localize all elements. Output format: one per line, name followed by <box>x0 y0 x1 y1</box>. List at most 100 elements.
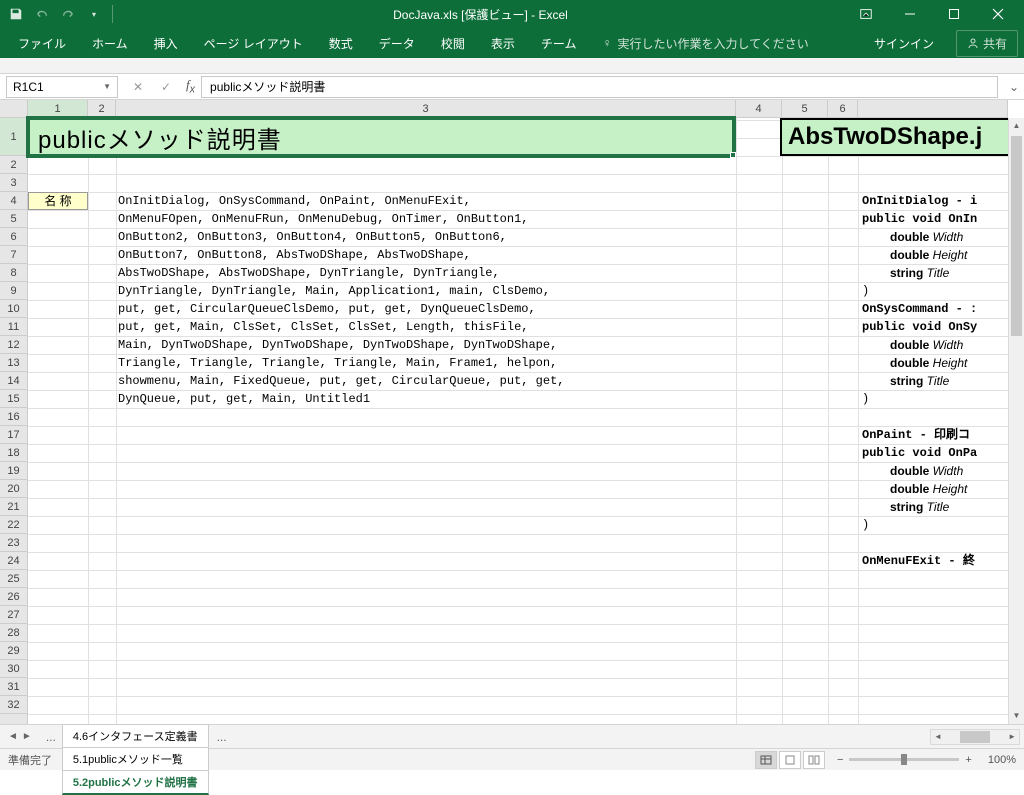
row-header[interactable]: 25 <box>0 570 27 588</box>
row-header[interactable]: 21 <box>0 498 27 516</box>
qat-customize[interactable]: ▾ <box>82 3 106 25</box>
row-header[interactable]: 4 <box>0 192 27 210</box>
method-list-line[interactable]: OnButton7, OnButton8, AbsTwoDShape, AbsT… <box>116 246 473 264</box>
ribbon-tab-layout[interactable]: ページ レイアウト <box>192 29 315 58</box>
row-header[interactable]: 13 <box>0 354 27 372</box>
share-button[interactable]: 共有 <box>956 30 1018 57</box>
method-detail-line[interactable]: ) <box>860 282 871 300</box>
tell-me-box[interactable]: ♀ 実行したい作業を入力してください <box>590 35 859 52</box>
formula-expand-button[interactable]: ⌄ <box>1004 80 1024 94</box>
sheet-tab[interactable]: 5.1publicメソッド一覧 <box>62 747 209 770</box>
method-list-line[interactable]: DynTriangle, DynTriangle, Main, Applicat… <box>116 282 552 300</box>
method-list-line[interactable]: showmenu, Main, FixedQueue, put, get, Ci… <box>116 372 566 390</box>
side-title-cell[interactable]: AbsTwoDShape.j <box>780 118 1024 156</box>
name-label-cell[interactable]: 名 称 <box>28 192 88 210</box>
row-header[interactable]: 18 <box>0 444 27 462</box>
method-detail-line[interactable]: public void OnSy <box>860 318 979 336</box>
method-detail-line[interactable]: double Height <box>888 480 969 498</box>
worksheet-grid[interactable]: 123456 123456789101112131415161718192021… <box>0 100 1024 724</box>
method-detail-line[interactable]: OnMenuFExit - 終 <box>860 552 977 570</box>
zoom-thumb[interactable] <box>901 754 907 765</box>
scroll-thumb[interactable] <box>1011 136 1022 336</box>
row-header[interactable]: 16 <box>0 408 27 426</box>
ribbon-tab-team[interactable]: チーム <box>529 29 589 58</box>
zoom-out-button[interactable]: − <box>837 754 843 766</box>
row-header[interactable]: 17 <box>0 426 27 444</box>
column-header[interactable]: 3 <box>116 100 736 117</box>
ribbon-tab-view[interactable]: 表示 <box>479 29 527 58</box>
row-header[interactable]: 20 <box>0 480 27 498</box>
method-detail-line[interactable]: string Title <box>888 264 951 282</box>
method-list-line[interactable]: AbsTwoDShape, AbsTwoDShape, DynTriangle,… <box>116 264 502 282</box>
method-list-line[interactable]: OnMenuFOpen, OnMenuFRun, OnMenuDebug, On… <box>116 210 530 228</box>
row-header[interactable]: 14 <box>0 372 27 390</box>
column-header[interactable]: 5 <box>782 100 828 117</box>
row-header[interactable]: 11 <box>0 318 27 336</box>
sheet-tabs-first[interactable]: ... <box>40 730 62 744</box>
row-header[interactable]: 22 <box>0 516 27 534</box>
method-detail-line[interactable]: double Width <box>888 336 965 354</box>
ribbon-tab-file[interactable]: ファイル <box>6 29 78 58</box>
method-detail-line[interactable]: OnPaint - 印刷コ <box>860 426 972 444</box>
column-header[interactable]: 4 <box>736 100 782 117</box>
method-list-line[interactable]: OnButton2, OnButton3, OnButton4, OnButto… <box>116 228 509 246</box>
selection-handle[interactable] <box>730 152 736 158</box>
method-detail-line[interactable]: public void OnIn <box>860 210 979 228</box>
select-all-corner[interactable] <box>0 100 28 118</box>
row-headers[interactable]: 1234567891011121314151617181920212223242… <box>0 118 28 724</box>
name-box[interactable]: R1C1 ▼ <box>6 76 118 98</box>
column-header[interactable]: 6 <box>828 100 858 117</box>
row-header[interactable]: 28 <box>0 624 27 642</box>
method-detail-line[interactable]: double Width <box>888 462 965 480</box>
method-detail-line[interactable]: ) <box>860 390 871 408</box>
row-header[interactable]: 7 <box>0 246 27 264</box>
sheet-nav[interactable]: ◄► <box>0 731 40 742</box>
cancel-formula-button[interactable]: ✕ <box>124 76 152 98</box>
signin-link[interactable]: サインイン <box>862 29 946 58</box>
row-header[interactable]: 24 <box>0 552 27 570</box>
row-header[interactable]: 29 <box>0 642 27 660</box>
method-list-line[interactable]: Triangle, Triangle, Triangle, Triangle, … <box>116 354 559 372</box>
vertical-scrollbar[interactable]: ▲ ▼ <box>1008 118 1024 724</box>
row-header[interactable]: 3 <box>0 174 27 192</box>
fx-icon[interactable]: fx <box>186 77 195 96</box>
row-header[interactable]: 10 <box>0 300 27 318</box>
method-detail-line[interactable]: double Width <box>888 228 965 246</box>
column-header[interactable]: 1 <box>28 100 88 117</box>
column-header[interactable]: 2 <box>88 100 116 117</box>
method-detail-line[interactable]: double Height <box>888 246 969 264</box>
undo-button[interactable] <box>30 3 54 25</box>
normal-view-button[interactable] <box>755 751 777 769</box>
enter-formula-button[interactable]: ✓ <box>152 76 180 98</box>
method-list-line[interactable]: OnInitDialog, OnSysCommand, OnPaint, OnM… <box>116 192 473 210</box>
page-layout-view-button[interactable] <box>779 751 801 769</box>
method-list-line[interactable]: Main, DynTwoDShape, DynTwoDShape, DynTwo… <box>116 336 559 354</box>
ribbon-tab-data[interactable]: データ <box>367 29 427 58</box>
title-merged-cell[interactable]: publicメソッド説明書 <box>28 118 734 156</box>
ribbon-display-button[interactable] <box>844 0 888 28</box>
ribbon-tab-home[interactable]: ホーム <box>80 29 140 58</box>
ribbon-tab-review[interactable]: 校閲 <box>429 29 477 58</box>
row-header[interactable]: 19 <box>0 462 27 480</box>
row-header[interactable]: 1 <box>0 118 27 156</box>
zoom-in-button[interactable]: + <box>965 754 971 766</box>
zoom-level[interactable]: 100% <box>988 754 1016 766</box>
row-header[interactable]: 27 <box>0 606 27 624</box>
page-break-view-button[interactable] <box>803 751 825 769</box>
row-header[interactable]: 12 <box>0 336 27 354</box>
row-header[interactable]: 30 <box>0 660 27 678</box>
row-header[interactable]: 23 <box>0 534 27 552</box>
scroll-up-arrow[interactable]: ▲ <box>1009 118 1024 134</box>
minimize-button[interactable] <box>888 0 932 28</box>
close-button[interactable] <box>976 0 1020 28</box>
method-detail-line[interactable]: string Title <box>888 372 951 390</box>
row-header[interactable]: 31 <box>0 678 27 696</box>
method-detail-line[interactable]: string Title <box>888 498 951 516</box>
method-list-line[interactable]: put, get, CircularQueueClsDemo, put, get… <box>116 300 538 318</box>
sheet-tabs-more[interactable]: ... <box>211 730 233 744</box>
row-header[interactable]: 15 <box>0 390 27 408</box>
ribbon-tab-insert[interactable]: 挿入 <box>142 29 190 58</box>
row-header[interactable]: 26 <box>0 588 27 606</box>
method-list-line[interactable]: DynQueue, put, get, Main, Untitled1 <box>116 390 372 408</box>
row-header[interactable]: 9 <box>0 282 27 300</box>
